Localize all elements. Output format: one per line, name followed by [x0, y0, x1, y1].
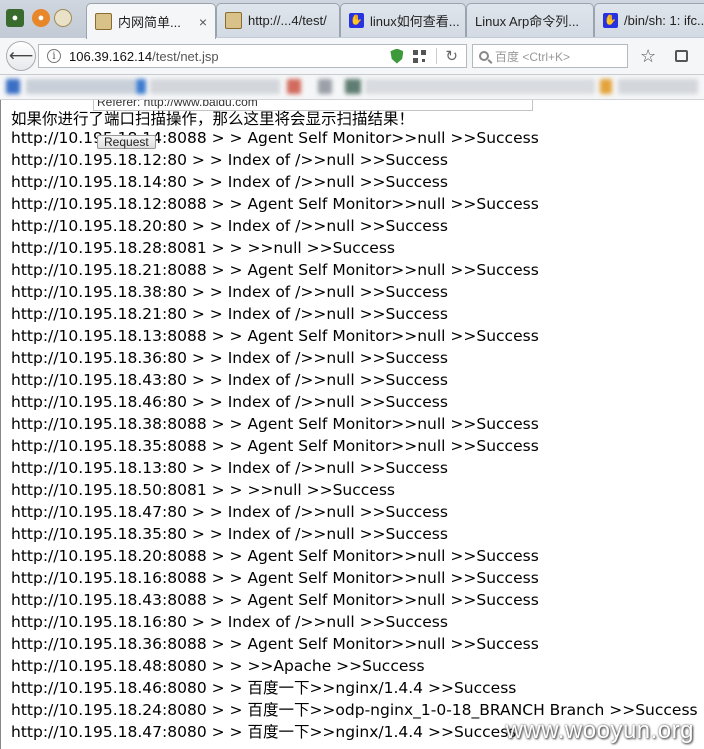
result-line: http://10.195.18.13:80 > > Index of />>n… [11, 459, 448, 477]
tab-title: http://...4/test/ [248, 13, 327, 28]
result-line: http://10.195.18.48:8080 > > >>Apache >>… [11, 657, 425, 675]
search-bar[interactable]: 百度 <Ctrl+K> [472, 44, 628, 68]
shield-icon[interactable] [390, 48, 404, 64]
bookmark-item[interactable] [365, 79, 595, 94]
info-icon[interactable]: i [47, 49, 61, 63]
bookmark-item[interactable] [600, 79, 612, 94]
result-line: http://10.195.18.38:80 > > Index of />>n… [11, 283, 448, 301]
tab-3[interactable]: ✋ linux如何查看... [340, 3, 466, 37]
nav-bar: ⟵ i 106.39.162.14/test/net.jsp ↻ 百度 <Ctr… [0, 38, 704, 75]
browser-window: ● ● 内网简单... × http://...4/test/ ✋ linux如… [0, 0, 704, 749]
result-line: http://10.195.18.12:80 > > Index of />>n… [11, 151, 448, 169]
result-line: http://10.195.18.46:8080 > > 百度一下>>nginx… [11, 679, 517, 697]
jsp-page-icon [225, 12, 242, 29]
search-icon [479, 51, 489, 61]
bookmark-item[interactable] [150, 79, 280, 94]
result-line: http://10.195.18.35:80 > > Index of />>n… [11, 525, 448, 543]
bookmark-item[interactable] [287, 79, 301, 94]
divider [436, 48, 438, 64]
result-line: http://10.195.18.43:80 > > Index of />>n… [11, 371, 448, 389]
result-line: http://10.195.18.16:8088 > > Agent Self … [11, 569, 539, 587]
result-line: http://10.195.18.38:8088 > > Agent Self … [11, 415, 539, 433]
tab-title: /bin/sh: 1: ifc... [624, 13, 704, 28]
tab-title: linux如何查看... [370, 14, 460, 29]
baidu-paw-icon: ✋ [603, 13, 618, 28]
tab-4[interactable]: Linux Arp命令列... [466, 3, 594, 37]
url-path: /test/net.jsp [152, 48, 219, 64]
result-line: http://10.195.18.46:80 > > Index of />>n… [11, 393, 448, 411]
result-line: http://10.195.18.21:8088 > > Agent Self … [11, 261, 539, 279]
watermark: www.wooyun.org [505, 717, 694, 744]
extension-icon[interactable]: ● [32, 9, 50, 27]
bookmark-item[interactable] [345, 79, 361, 94]
bookmark-item[interactable] [318, 79, 332, 94]
palette-icon[interactable] [54, 9, 72, 27]
scan-notice: 如果你进行了端口扫描操作，那么这里将会显示扫描结果！ [11, 110, 415, 128]
url-bar[interactable]: i 106.39.162.14/test/net.jsp ↻ [38, 44, 467, 68]
result-line: http://10.195.18.28:8081 > > >>null >>Su… [11, 239, 395, 257]
result-line: http://10.195.18.20:80 > > Index of />>n… [11, 217, 448, 235]
page-content: Referer: http://www.baidu.com 如果你进行了端口扫描… [0, 100, 704, 749]
tab-title: Linux Arp命令列... [475, 14, 580, 29]
url-actions: ↻ [390, 47, 466, 65]
jsp-page-icon [95, 13, 112, 30]
back-arrow-icon: ⟵ [8, 46, 34, 65]
tab-1[interactable]: 内网简单... × [86, 3, 216, 39]
result-line: http://10.195.18.13:8088 > > Agent Self … [11, 327, 539, 345]
reader-icon[interactable] [675, 50, 688, 62]
result-line: http://10.195.18.36:80 > > Index of />>n… [11, 349, 448, 367]
result-line: http://10.195.18.14:80 > > Index of />>n… [11, 173, 448, 191]
bookmark-item[interactable] [26, 79, 136, 94]
bookmark-item[interactable] [136, 79, 146, 94]
reload-icon[interactable]: ↻ [445, 47, 458, 65]
tab-title: 内网简单... [118, 15, 181, 30]
app-icon[interactable]: ● [6, 9, 24, 27]
bookmark-star-icon[interactable]: ☆ [640, 46, 656, 67]
baidu-paw-icon: ✋ [349, 13, 364, 28]
bookmarks-bar [0, 75, 704, 100]
tab-2[interactable]: http://...4/test/ [216, 3, 340, 37]
bookmark-item[interactable] [618, 79, 698, 94]
result-line: http://10.195.18.21:80 > > Index of />>n… [11, 305, 448, 323]
tab-strip: ● ● 内网简单... × http://...4/test/ ✋ linux如… [0, 0, 704, 39]
result-line: http://10.195.18.50:8081 > > >>null >>Su… [11, 481, 395, 499]
tab-5[interactable]: ✋ /bin/sh: 1: ifc... [594, 3, 704, 37]
back-button[interactable]: ⟵ [6, 41, 36, 71]
result-line: http://10.195.18.47:80 > > Index of />>n… [11, 503, 448, 521]
search-placeholder: 百度 <Ctrl+K> [495, 49, 571, 64]
bookmark-item[interactable] [6, 79, 20, 94]
result-line: http://10.195.18.16:80 > > Index of />>n… [11, 613, 448, 631]
result-line: http://10.195.18.36:8088 > > Agent Self … [11, 635, 539, 653]
result-line: http://10.195.18.43:8088 > > Agent Self … [11, 591, 539, 609]
url-host: 106.39.162.14 [69, 48, 153, 64]
scan-results: http://10.195.18.14:8088 > > Agent Self … [11, 127, 698, 743]
close-icon[interactable]: × [199, 14, 207, 30]
result-line: http://10.195.18.35:8088 > > Agent Self … [11, 437, 539, 455]
result-line: http://10.195.18.12:8088 > > Agent Self … [11, 195, 539, 213]
result-line: http://10.195.18.20:8088 > > Agent Self … [11, 547, 539, 565]
qr-code-icon[interactable] [413, 49, 427, 63]
request-button[interactable]: Request [97, 135, 156, 149]
